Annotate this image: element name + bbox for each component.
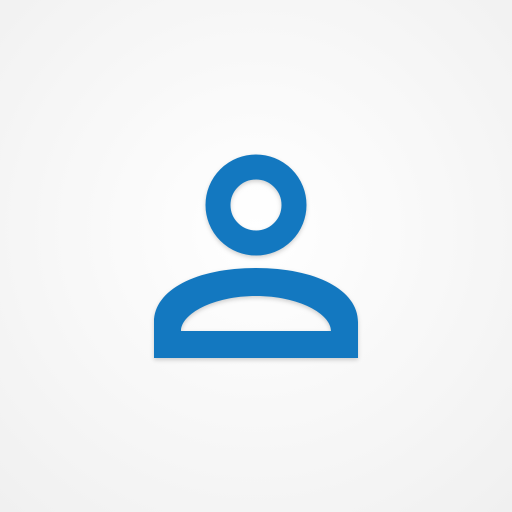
- user-icon-shape: [154, 154, 358, 358]
- user-head-icon: [205, 154, 307, 256]
- user-body-icon: [154, 268, 358, 358]
- user-profile-icon: [0, 0, 512, 512]
- app-icon-canvas: [0, 0, 512, 512]
